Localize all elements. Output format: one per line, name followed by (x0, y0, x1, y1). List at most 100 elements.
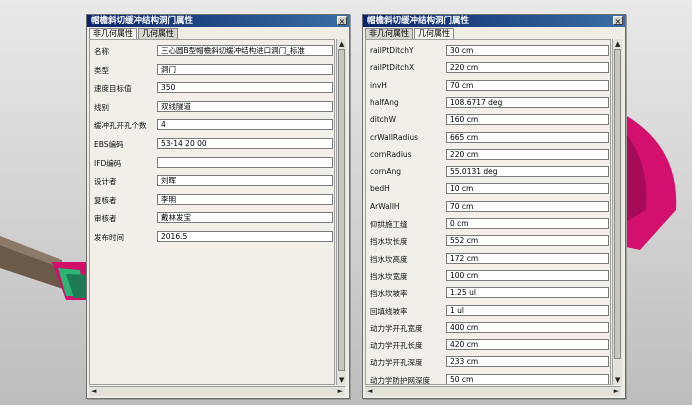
property-row: EBS编码 53-14 20 00 (90, 137, 334, 151)
property-row: crWallRadius 665 cm (366, 131, 610, 145)
property-value-field[interactable]: 665 cm (446, 131, 609, 143)
property-label: crWallRadius (370, 132, 419, 142)
scroll-right-icon[interactable]: ► (338, 387, 343, 395)
property-label: 动力学开孔长度 (370, 341, 423, 351)
vertical-scrollbar[interactable]: ▲ ▼ (612, 39, 622, 385)
property-row: 速度目标值 350 (90, 81, 334, 95)
tab-geometric[interactable]: 几何属性 (414, 28, 454, 39)
close-button[interactable]: × (337, 16, 347, 26)
property-row: ditchW 160 cm (366, 113, 610, 127)
property-value-field[interactable]: 0 cm (446, 218, 609, 229)
properties-panel-left: 帽檐斜切缓冲结构洞门属性 × 非几何属性 几何属性 名称 三心圆B型帽檐斜切缓冲结… (86, 14, 350, 399)
property-value-field[interactable]: 100 cm (446, 269, 609, 281)
scroll-down-icon[interactable]: ▼ (615, 376, 620, 384)
property-value-field[interactable]: 4 (157, 119, 333, 131)
property-value-field[interactable]: 160 cm (446, 114, 609, 126)
property-row: invH 70 cm (366, 79, 610, 93)
property-value-field[interactable]: 1.25 ul (446, 287, 609, 299)
property-row: cornRadius 220 cm (366, 148, 610, 162)
property-value-field[interactable]: 108.6717 deg (446, 96, 609, 108)
tab-strip: 非几何属性 几何属性 (365, 28, 455, 39)
property-value-field[interactable]: 2016.5 (157, 231, 333, 242)
property-value-field[interactable]: 420 cm (446, 339, 609, 351)
property-label: 缓冲孔开孔个数 (94, 121, 147, 131)
property-label: 挡水坎坡率 (370, 289, 408, 299)
property-label: ditchW (370, 115, 397, 125)
property-grid: 名称 三心圆B型帽檐斜切缓冲结构进口洞门_标准 类型 洞门 速度目标值 350 线别 双线隧道… (89, 39, 335, 385)
property-value-field[interactable]: 30 cm (446, 45, 609, 56)
property-value-field[interactable]: 172 cm (446, 252, 609, 264)
property-value-field[interactable]: 戴林发宝 (157, 212, 333, 224)
property-value-field[interactable]: 50 cm (446, 373, 609, 384)
property-label: 复核者 (94, 195, 117, 205)
property-value-field[interactable]: 洞门 (157, 63, 333, 75)
property-label: EBS编码 (94, 140, 124, 149)
property-label: 动力学开孔宽度 (370, 323, 423, 333)
property-label: 动力学开孔深度 (370, 358, 423, 368)
property-row: bedH 10 cm (366, 182, 610, 196)
horizontal-scrollbar[interactable]: ◄ ► (89, 386, 345, 396)
scroll-up-icon[interactable]: ▲ (339, 40, 344, 48)
property-value-field[interactable]: 55.0131 deg (446, 166, 609, 178)
property-value-field[interactable]: 400 cm (446, 321, 609, 333)
property-label: 挡水坎高度 (370, 254, 408, 264)
property-value-field[interactable]: 350 (157, 82, 333, 94)
property-label: railPtDitchY (370, 46, 414, 55)
property-row: 动力学防护网深度 50 cm (366, 373, 610, 384)
property-row: cornAng 55.0131 deg (366, 165, 610, 179)
vertical-scrollbar[interactable]: ▲ ▼ (336, 39, 346, 385)
property-value-field[interactable]: 李明 (157, 193, 333, 205)
horizontal-scrollbar[interactable]: ◄ ► (365, 386, 621, 396)
property-row: 挡水坎高度 172 cm (366, 252, 610, 266)
property-row: 类型 洞门 (90, 63, 334, 77)
property-value-field[interactable]: 双线隧道 (157, 100, 333, 112)
scroll-thumb[interactable] (614, 49, 621, 359)
property-value-field[interactable]: 70 cm (446, 200, 609, 212)
scroll-right-icon[interactable]: ► (614, 387, 619, 395)
property-value-field[interactable]: 233 cm (446, 356, 609, 368)
property-value-field[interactable]: 刘晖 (157, 175, 333, 187)
property-label: 回填线坡率 (370, 306, 408, 316)
property-row: 设计者 刘晖 (90, 174, 334, 188)
scroll-up-icon[interactable]: ▲ (615, 40, 620, 48)
property-value-field[interactable]: 552 cm (446, 235, 609, 247)
property-label: 挡水坎宽度 (370, 271, 408, 281)
property-row: 复核者 李明 (90, 193, 334, 207)
property-value-field[interactable]: 53-14 20 00 (157, 138, 333, 149)
property-value-field[interactable]: 220 cm (446, 62, 609, 74)
property-row: 挡水坎长度 552 cm (366, 234, 610, 248)
property-label: 名称 (94, 47, 109, 56)
property-label: cornRadius (370, 149, 412, 159)
scroll-thumb[interactable] (338, 49, 345, 371)
property-label: 挡水坎长度 (370, 237, 408, 247)
property-value-field[interactable]: 1 ul (446, 304, 609, 316)
property-label: halfAng (370, 97, 399, 107)
property-row: IFD编码 (90, 156, 334, 170)
property-label: railPtDitchX (370, 63, 415, 73)
close-button[interactable]: × (613, 16, 623, 26)
property-row: 审核者 戴林发宝 (90, 211, 334, 225)
property-value-field[interactable]: 10 cm (446, 183, 609, 195)
panel-title: 帽檐斜切缓冲结构洞门属性 (87, 15, 349, 27)
property-label: bedH (370, 184, 390, 194)
tab-geometric[interactable]: 几何属性 (138, 28, 178, 39)
tab-non-geometric[interactable]: 非几何属性 (89, 28, 137, 39)
property-value-field[interactable]: 三心圆B型帽檐斜切缓冲结构进口洞门_标准 (157, 45, 333, 56)
property-label: invH (370, 80, 387, 90)
scroll-down-icon[interactable]: ▼ (339, 376, 344, 384)
property-grid: railPtDitchY 30 cm railPtDitchX 220 cm invH 7… (365, 39, 611, 385)
property-row: halfAng 108.6717 deg (366, 96, 610, 110)
property-row: 挡水坎宽度 100 cm (366, 269, 610, 283)
tab-non-geometric[interactable]: 非几何属性 (365, 28, 413, 39)
property-row: 动力学开孔深度 233 cm (366, 355, 610, 369)
scroll-left-icon[interactable]: ◄ (367, 387, 372, 395)
property-value-field[interactable]: 220 cm (446, 148, 609, 160)
scroll-left-icon[interactable]: ◄ (91, 387, 96, 395)
property-row: railPtDitchY 30 cm (366, 44, 610, 58)
property-row: railPtDitchX 220 cm (366, 61, 610, 75)
property-value-field[interactable] (157, 156, 333, 168)
properties-panel-right: 帽檐斜切缓冲结构洞门属性 × 非几何属性 几何属性 railPtDitchY 30… (362, 14, 626, 399)
property-label: cornAng (370, 167, 402, 177)
property-label: 审核者 (94, 214, 117, 224)
property-value-field[interactable]: 70 cm (446, 79, 609, 91)
